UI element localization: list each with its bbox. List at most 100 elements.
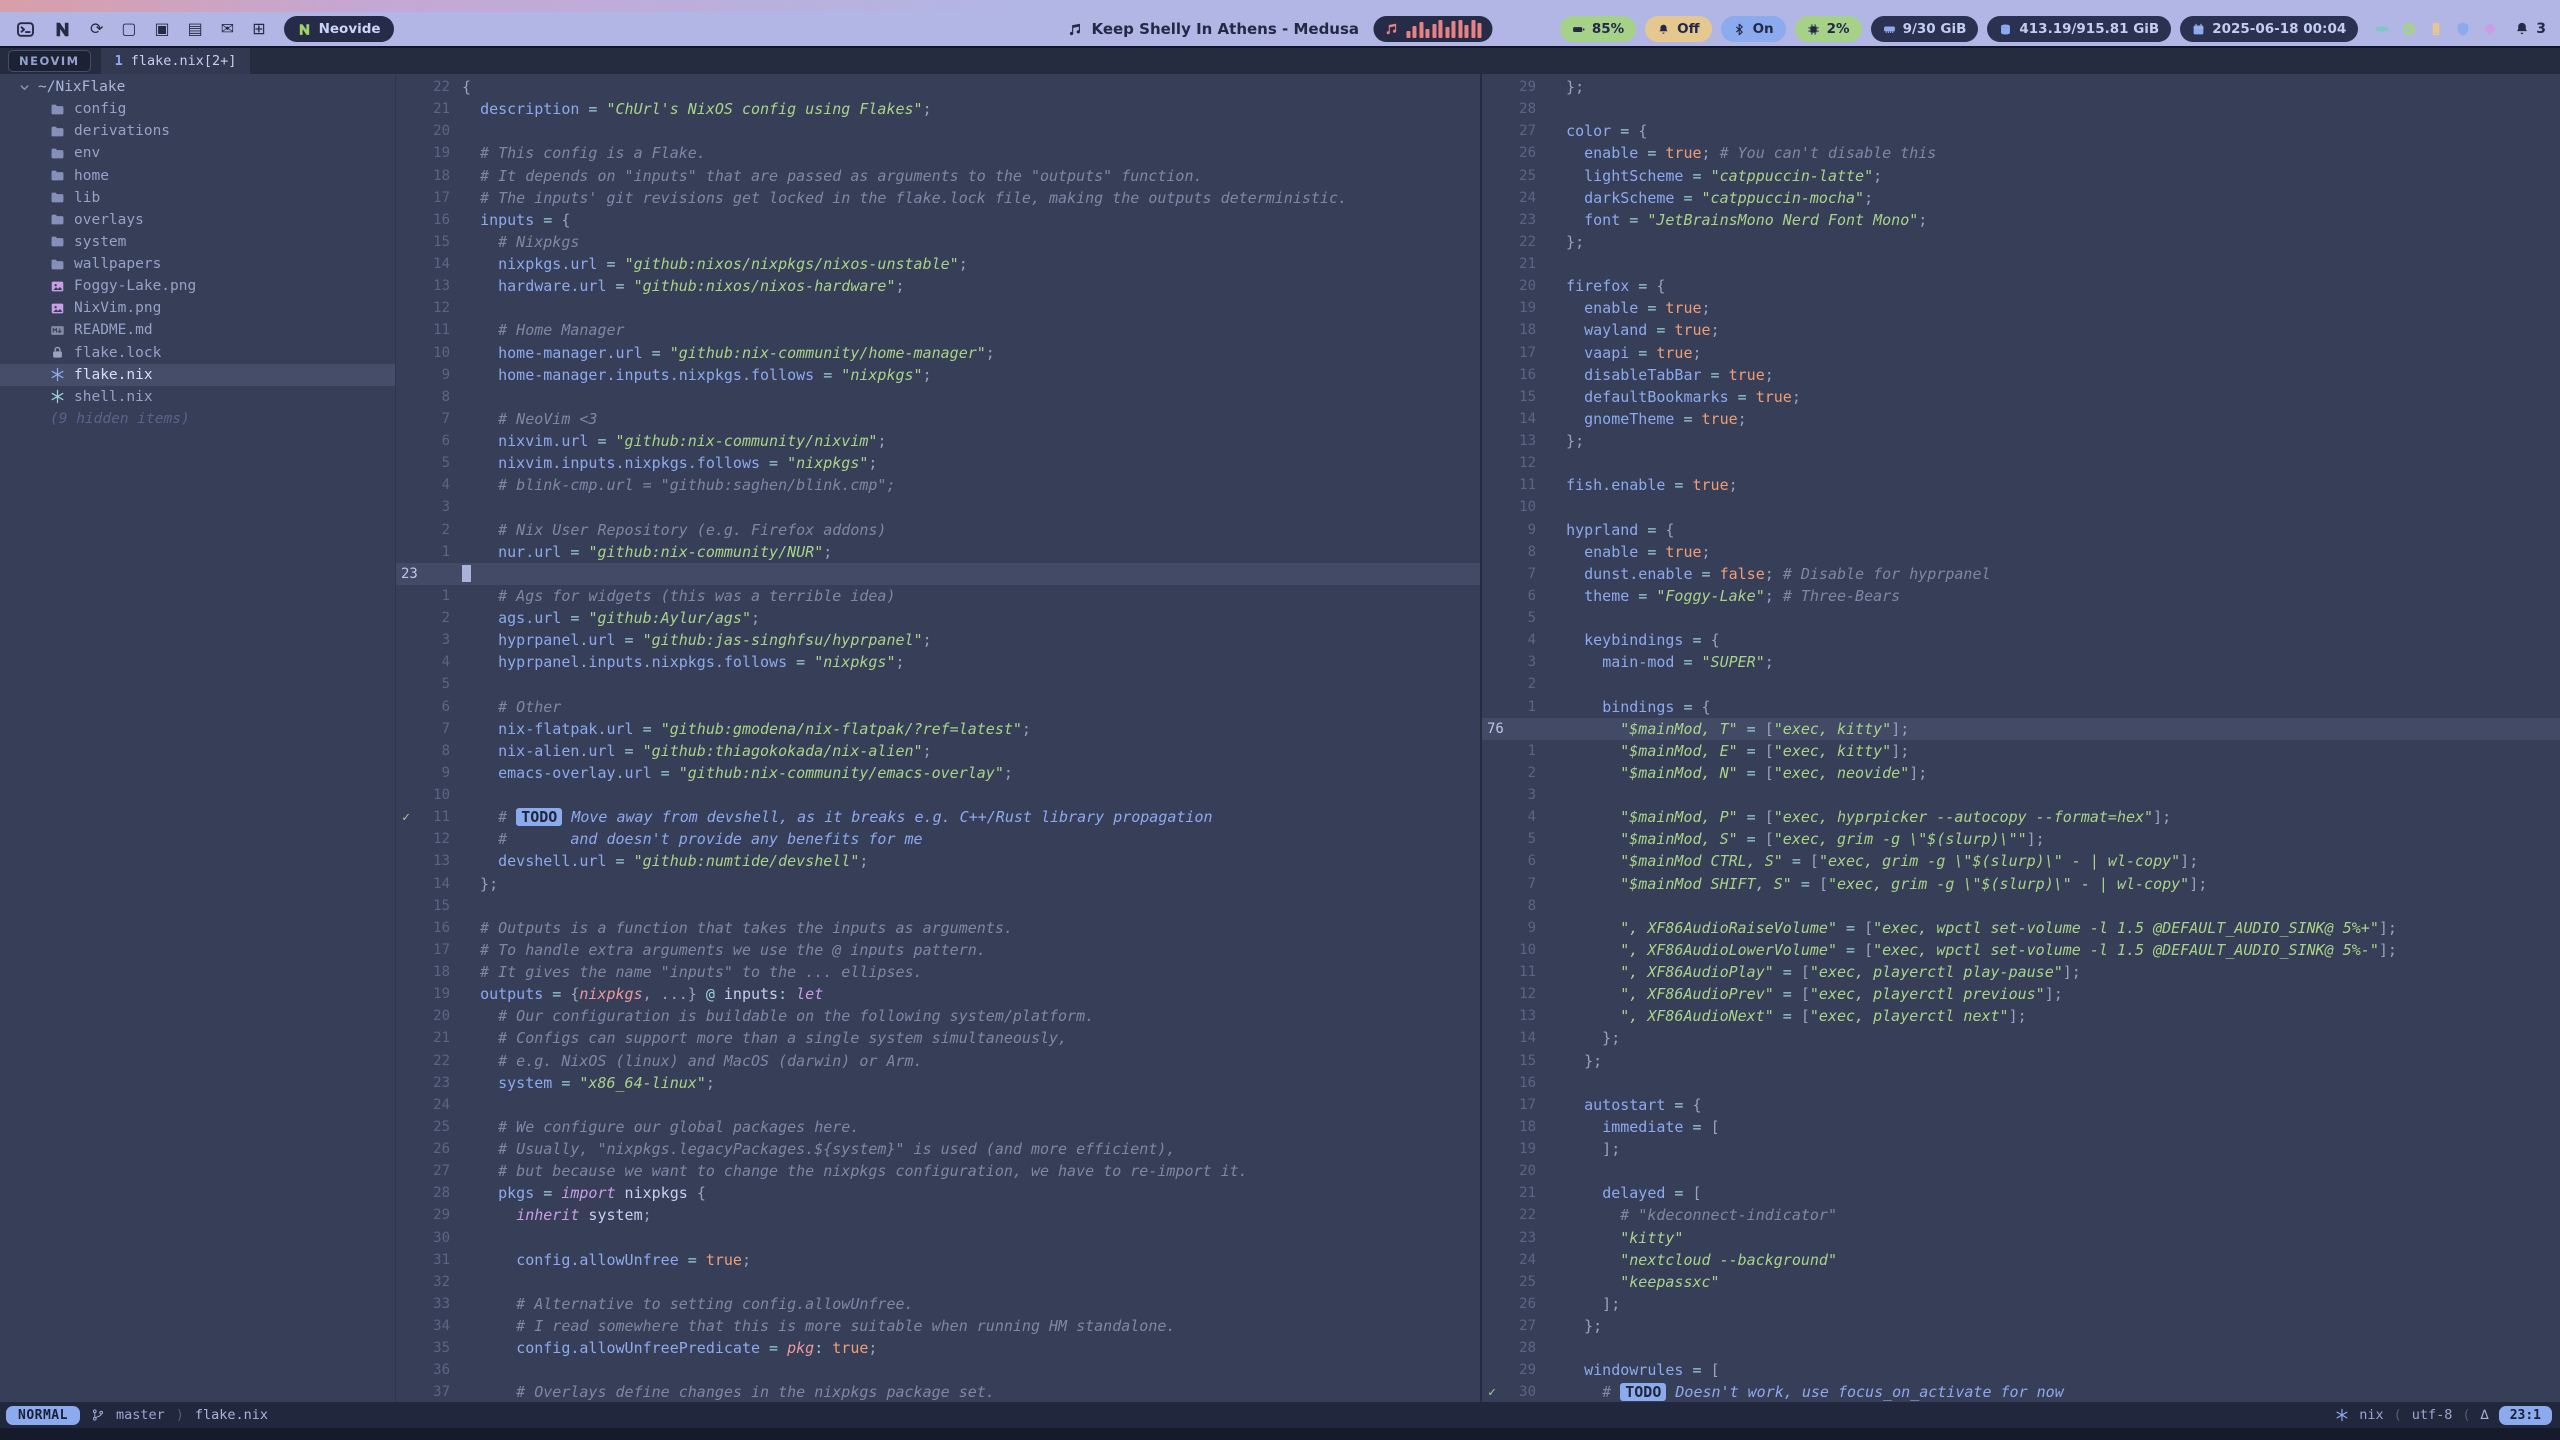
code-line[interactable]: 2 # Nix User Repository (e.g. Firefox ad…: [396, 519, 1480, 541]
code-line[interactable]: 10 home-manager.url = "github:nix-commun…: [396, 342, 1480, 364]
code-line[interactable]: 13 };: [1482, 430, 2560, 452]
code-line[interactable]: 8: [1482, 895, 2560, 917]
code-line[interactable]: 25 "keepassxc": [1482, 1271, 2560, 1293]
dnd-pill[interactable]: Off: [1645, 16, 1711, 42]
code-line[interactable]: 5 "$mainMod, S" = ["exec, grim -g \"$(sl…: [1482, 828, 2560, 850]
tree-item-shell.nix[interactable]: shell.nix: [0, 386, 395, 408]
code-line[interactable]: 15 defaultBookmarks = true;: [1482, 386, 2560, 408]
code-line[interactable]: 19 outputs = {nixpkgs, ...} @ inputs: le…: [396, 983, 1480, 1005]
code-line[interactable]: 14 nixpkgs.url = "github:nixos/nixpkgs/n…: [396, 253, 1480, 275]
code-line[interactable]: 1 "$mainMod, E" = ["exec, kitty"];: [1482, 740, 2560, 762]
code-line[interactable]: 22{: [396, 76, 1480, 98]
code-line[interactable]: 36: [396, 1359, 1480, 1381]
kdeconnect-tray-icon[interactable]: [2428, 21, 2444, 37]
code-line[interactable]: 9 hyprland = {: [1482, 519, 2560, 541]
clock-pill[interactable]: 2025-06-18 00:04: [2180, 16, 2358, 42]
terminal-icon[interactable]: [16, 20, 35, 39]
code-line[interactable]: 6 # Other: [396, 696, 1480, 718]
code-line[interactable]: 17 # To handle extra arguments we use th…: [396, 939, 1480, 961]
code-line[interactable]: 21 description = "ChUrl's NixOS config u…: [396, 98, 1480, 120]
code-line[interactable]: 18 # It gives the name "inputs" to the .…: [396, 961, 1480, 983]
cpu-pill[interactable]: 2%: [1795, 16, 1862, 42]
keepassxc-tray-icon[interactable]: [2401, 21, 2417, 37]
code-line[interactable]: 30: [396, 1227, 1480, 1249]
nextcloud-tray-icon[interactable]: [2374, 21, 2390, 37]
shield-tray-icon[interactable]: [2455, 21, 2471, 37]
code-line[interactable]: 6 theme = "Foggy-Lake"; # Three-Bears: [1482, 585, 2560, 607]
code-line[interactable]: 2: [1482, 673, 2560, 695]
code-line[interactable]: 11 # Home Manager: [396, 319, 1480, 341]
code-line[interactable]: 24: [396, 1094, 1480, 1116]
code-line[interactable]: 21 # Configs can support more than a sin…: [396, 1027, 1480, 1049]
code-line[interactable]: 8 enable = true;: [1482, 541, 2560, 563]
mail-icon[interactable]: ✉: [221, 21, 234, 37]
tree-item-README.md[interactable]: README.md: [0, 319, 395, 341]
code-line[interactable]: 29 windowrules = [: [1482, 1359, 2560, 1381]
code-line[interactable]: 1 bindings = {: [1482, 696, 2560, 718]
code-line[interactable]: 11 ", XF86AudioPlay" = ["exec, playerctl…: [1482, 961, 2560, 983]
code-line[interactable]: 10 ", XF86AudioLowerVolume" = ["exec, wp…: [1482, 939, 2560, 961]
code-line[interactable]: 12: [1482, 452, 2560, 474]
code-line[interactable]: 19 enable = true;: [1482, 297, 2560, 319]
tree-item-lib[interactable]: lib: [0, 187, 395, 209]
code-line[interactable]: 18 # It depends on "inputs" that are pas…: [396, 165, 1480, 187]
tree-item-env[interactable]: env: [0, 142, 395, 164]
code-line[interactable]: 8 nix-alien.url = "github:thiagokokada/n…: [396, 740, 1480, 762]
code-line[interactable]: 10: [1482, 496, 2560, 518]
audio-visualizer[interactable]: [1373, 16, 1493, 42]
code-line[interactable]: 17 vaapi = true;: [1482, 342, 2560, 364]
code-line[interactable]: ✓30 # TODO Doesn't work, use focus_on_ac…: [1482, 1381, 2560, 1402]
code-line[interactable]: 23 system = "x86_64-linux";: [396, 1072, 1480, 1094]
code-line[interactable]: 14 };: [396, 873, 1480, 895]
code-line[interactable]: 5: [396, 673, 1480, 695]
tree-item-config[interactable]: config: [0, 98, 395, 120]
code-line[interactable]: 20: [396, 120, 1480, 142]
code-line[interactable]: 18 wayland = true;: [1482, 319, 2560, 341]
code-line[interactable]: 12: [396, 297, 1480, 319]
code-line[interactable]: 11 fish.enable = true;: [1482, 474, 2560, 496]
code-line[interactable]: 15 # Nixpkgs: [396, 231, 1480, 253]
code-line[interactable]: 24 darkScheme = "catppuccin-mocha";: [1482, 187, 2560, 209]
tree-item-home[interactable]: home: [0, 165, 395, 187]
code-line[interactable]: 26 enable = true; # You can't disable th…: [1482, 142, 2560, 164]
code-line[interactable]: 35 config.allowUnfreePredicate = pkg: tr…: [396, 1337, 1480, 1359]
code-line[interactable]: 19 # This config is a Flake.: [396, 142, 1480, 164]
code-line[interactable]: 9 ", XF86AudioRaiseVolume" = ["exec, wpc…: [1482, 917, 2560, 939]
layers-icon[interactable]: ▣: [155, 21, 170, 37]
code-line[interactable]: 23 font = "JetBrainsMono Nerd Font Mono"…: [1482, 209, 2560, 231]
code-line[interactable]: 25 # We configure our global packages he…: [396, 1116, 1480, 1138]
code-line[interactable]: 1 # Ags for widgets (this was a terrible…: [396, 585, 1480, 607]
code-line[interactable]: 14 };: [1482, 1027, 2560, 1049]
code-line[interactable]: 24 "nextcloud --background": [1482, 1249, 2560, 1271]
tree-item-system[interactable]: system: [0, 231, 395, 253]
code-line[interactable]: 25 lightScheme = "catppuccin-latte";: [1482, 165, 2560, 187]
memory-pill[interactable]: 9/30 GiB: [1871, 16, 1979, 42]
code-line[interactable]: 28: [1482, 1337, 2560, 1359]
code-line[interactable]: 22 };: [1482, 231, 2560, 253]
code-line[interactable]: 7 dunst.enable = false; # Disable for hy…: [1482, 563, 2560, 585]
tab-flake-nix[interactable]: 1 flake.nix[2+]: [101, 48, 251, 74]
notifications-indicator[interactable]: 3: [2514, 21, 2546, 37]
code-line[interactable]: 23: [396, 563, 1480, 585]
code-line[interactable]: 3 hyprpanel.url = "github:jas-singhfsu/h…: [396, 629, 1480, 651]
code-line[interactable]: 7 # NeoVim <3: [396, 408, 1480, 430]
code-line[interactable]: 10: [396, 784, 1480, 806]
code-line[interactable]: 12 ", XF86AudioPrev" = ["exec, playerctl…: [1482, 983, 2560, 1005]
code-line[interactable]: 2 "$mainMod, N" = ["exec, neovide"];: [1482, 762, 2560, 784]
tree-item-derivations[interactable]: derivations: [0, 120, 395, 142]
code-line[interactable]: 4 hyprpanel.inputs.nixpkgs.follows = "ni…: [396, 651, 1480, 673]
code-line[interactable]: 5 nixvim.inputs.nixpkgs.follows = "nixpk…: [396, 452, 1480, 474]
code-line[interactable]: 32: [396, 1271, 1480, 1293]
code-line[interactable]: 3 main-mod = "SUPER";: [1482, 651, 2560, 673]
monitor-icon[interactable]: ▤: [188, 21, 203, 37]
code-line[interactable]: 26 ];: [1482, 1293, 2560, 1315]
battery-pill[interactable]: 85%: [1560, 16, 1636, 42]
code-line[interactable]: 3: [1482, 784, 2560, 806]
tree-item-overlays[interactable]: overlays: [0, 209, 395, 231]
code-line[interactable]: 19 ];: [1482, 1138, 2560, 1160]
code-line[interactable]: 18 immediate = [: [1482, 1116, 2560, 1138]
code-line[interactable]: 15 };: [1482, 1050, 2560, 1072]
code-line[interactable]: 8: [396, 386, 1480, 408]
code-line[interactable]: ✓11 # TODO Move away from devshell, as i…: [396, 806, 1480, 828]
code-line[interactable]: 15: [396, 895, 1480, 917]
